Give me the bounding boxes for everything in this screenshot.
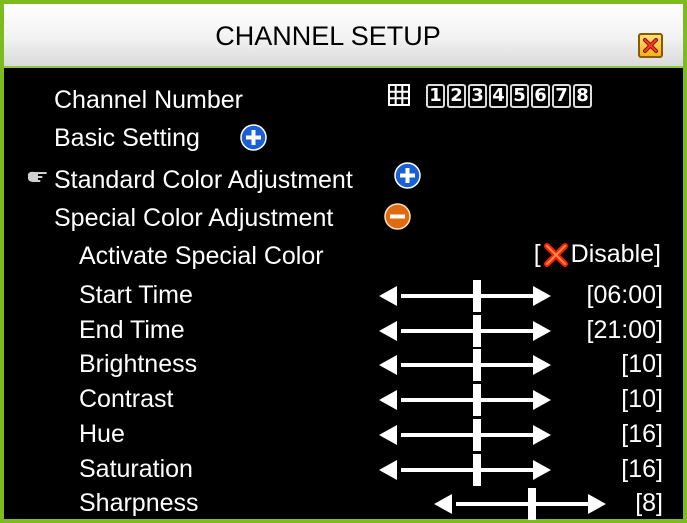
channel-button-6[interactable]: 6 (531, 84, 550, 108)
close-button[interactable] (638, 33, 663, 58)
saturation-slider[interactable] (379, 454, 551, 486)
start-time-slider[interactable] (379, 280, 551, 312)
channel-button-group: 1 2 3 4 5 6 7 8 (426, 84, 592, 108)
channel-number-label: Channel Number (54, 86, 243, 114)
plus-circle-icon[interactable] (394, 162, 421, 189)
channel-button-3[interactable]: 3 (468, 84, 487, 108)
channel-button-4[interactable]: 4 (489, 84, 508, 108)
slider-thumb[interactable] (473, 349, 481, 381)
slider-thumb[interactable] (473, 280, 481, 312)
pointing-hand-icon (28, 171, 47, 182)
slider-thumb[interactable] (473, 454, 481, 486)
activate-special-color-toggle[interactable]: [ Disable ] (534, 240, 661, 269)
channel-setup-window: CHANNEL SETUP Channel Number 1 2 3 4 5 6… (0, 0, 687, 523)
minus-circle-icon[interactable] (384, 203, 411, 230)
start-time-label: Start Time (79, 281, 193, 309)
channel-button-7[interactable]: 7 (552, 84, 571, 108)
contrast-value: [10] (621, 385, 663, 413)
slider-thumb[interactable] (528, 488, 536, 520)
sharpness-value: [8] (635, 489, 663, 517)
brightness-label: Brightness (79, 350, 198, 378)
grid-icon[interactable] (388, 84, 410, 106)
end-time-slider[interactable] (379, 315, 551, 347)
bracket-open: [ (533, 240, 541, 268)
sharpness-slider[interactable] (434, 488, 606, 520)
special-color-adjustment-label[interactable]: Special Color Adjustment (54, 204, 333, 233)
channel-button-1[interactable]: 1 (426, 84, 445, 108)
contrast-slider[interactable] (379, 384, 551, 416)
end-time-value: [21:00] (586, 316, 663, 344)
saturation-value: [16] (621, 455, 663, 483)
hue-value: [16] (621, 420, 663, 448)
channel-button-2[interactable]: 2 (447, 84, 466, 108)
end-time-label: End Time (79, 316, 185, 344)
standard-color-adjustment-label[interactable]: Standard Color Adjustment (54, 166, 353, 195)
bracket-close: ] (654, 240, 661, 268)
slider-thumb[interactable] (473, 384, 481, 416)
slider-thumb[interactable] (473, 419, 481, 451)
activate-special-color-label: Activate Special Color (79, 242, 324, 270)
window-title: CHANNEL SETUP (215, 21, 441, 51)
brightness-value: [10] (621, 350, 663, 378)
hue-label: Hue (79, 420, 125, 448)
contrast-label: Contrast (79, 385, 174, 413)
slider-thumb[interactable] (473, 315, 481, 347)
channel-button-8[interactable]: 8 (573, 84, 592, 108)
start-time-value: [06:00] (586, 281, 663, 309)
basic-setting-label[interactable]: Basic Setting (54, 124, 200, 153)
plus-circle-icon[interactable] (240, 124, 267, 151)
close-icon (643, 38, 658, 53)
brightness-slider[interactable] (379, 349, 551, 381)
activate-special-color-value: Disable (570, 240, 655, 268)
hue-slider[interactable] (379, 419, 551, 451)
title-bar: CHANNEL SETUP (4, 4, 683, 68)
saturation-label: Saturation (79, 455, 193, 483)
x-mark-icon (543, 242, 568, 267)
sharpness-label: Sharpness (79, 489, 199, 517)
channel-button-5[interactable]: 5 (510, 84, 529, 108)
